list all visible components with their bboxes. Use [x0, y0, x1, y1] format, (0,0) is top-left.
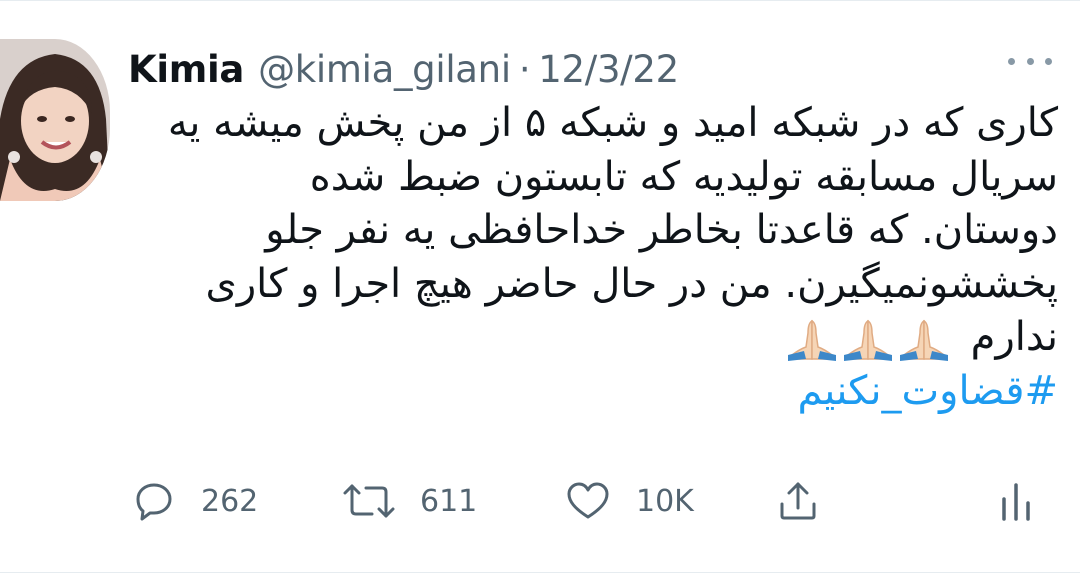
tweet-text-line: کاری که در شبکه امید و شبکه ۵ از من پخش …: [167, 100, 1058, 146]
user-handle[interactable]: @kimia_gilani: [258, 48, 511, 91]
emoji-group: [786, 317, 950, 361]
folded-hands-icon: [899, 319, 948, 361]
more-icon[interactable]: [1008, 49, 1052, 73]
folded-hands-icon: [843, 319, 892, 361]
like-count: 10K: [636, 483, 694, 519]
reply-icon: [133, 480, 175, 522]
display-name[interactable]: Kimia: [128, 48, 244, 91]
share-button[interactable]: [778, 471, 818, 531]
retweet-icon: [342, 480, 396, 522]
separator-dot: ·: [518, 47, 531, 91]
tweet-text-line: سریال مسابقه تولیدیه که تابستون ضبط شده: [309, 153, 1058, 200]
share-icon: [778, 480, 818, 522]
tweet-text-line: پخششونمیگیرن. من در حال حاضر هیچ اجرا و …: [205, 260, 1058, 307]
retweet-button[interactable]: 611: [342, 471, 477, 531]
analytics-button[interactable]: [1000, 471, 1034, 531]
tweet-card[interactable]: Kimia @kimia_gilani · 12/3/22 کاری که در…: [0, 0, 1080, 573]
like-button[interactable]: 10K: [566, 471, 694, 531]
tweet-text-line: دوستان. که قاعدتا بخاطر خداحافظی یه نفر …: [265, 207, 1058, 253]
like-icon: [566, 480, 610, 522]
tweet-actions: 262 611 10K: [0, 471, 1080, 531]
reply-count: 262: [201, 483, 259, 519]
tweet-date[interactable]: 12/3/22: [538, 48, 679, 91]
reply-button[interactable]: 262: [133, 471, 258, 531]
tweet-text-last-line: ندارم: [138, 311, 1058, 365]
retweet-count: 611: [420, 483, 478, 519]
analytics-icon: [1000, 479, 1034, 523]
tweet-text: کاری که در شبکه امید و شبکه ۵ از من پخش …: [138, 97, 1058, 418]
hashtag-link[interactable]: #قضاوت_نکنیم: [138, 365, 1058, 419]
avatar[interactable]: [0, 39, 110, 201]
folded-hands-icon: [787, 319, 836, 361]
tweet-header: Kimia @kimia_gilani · 12/3/22: [128, 41, 679, 97]
tweet-text-line: ندارم: [970, 314, 1058, 360]
